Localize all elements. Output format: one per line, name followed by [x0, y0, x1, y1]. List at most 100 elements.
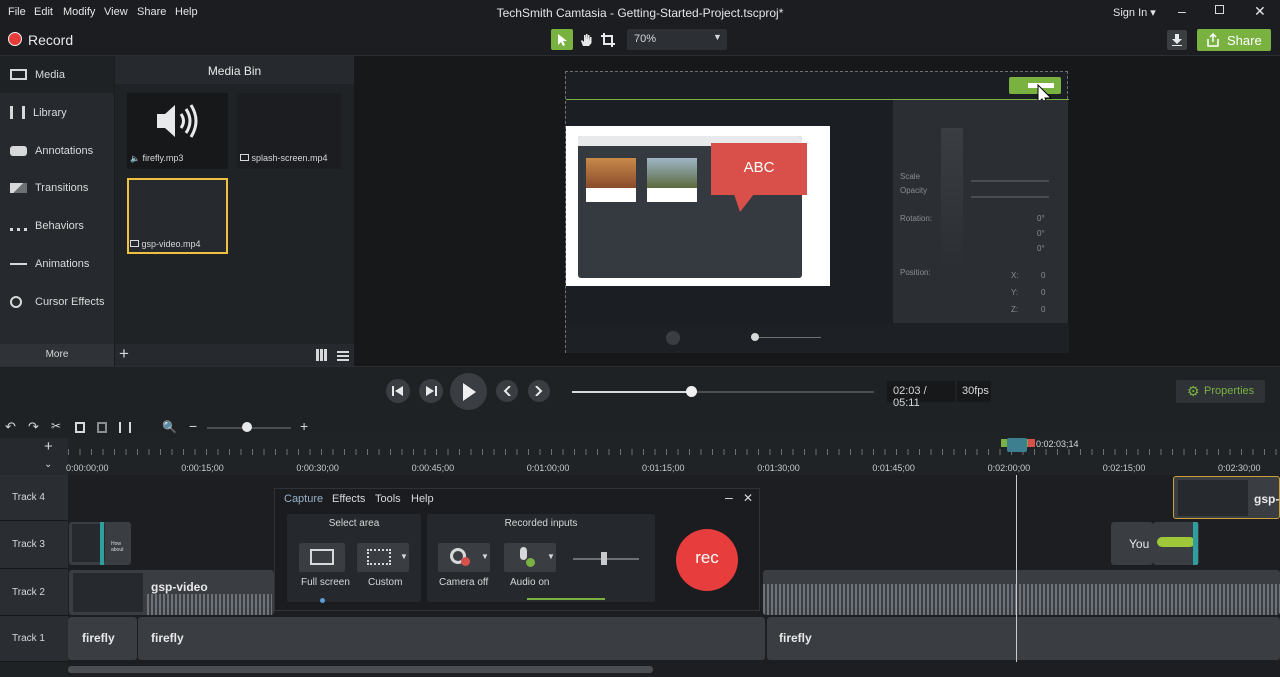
scrubber-handle[interactable]	[686, 386, 697, 397]
sidebar-item-behaviors[interactable]: Behaviors	[0, 207, 114, 244]
pan-tool-icon[interactable]	[576, 29, 596, 50]
previous-icon[interactable]	[496, 380, 518, 402]
next-icon[interactable]	[528, 380, 550, 402]
custom-label: Custom	[368, 577, 403, 588]
sign-in-link[interactable]: Sign In ▾	[1113, 6, 1156, 19]
paste-icon[interactable]	[97, 422, 107, 433]
add-icon[interactable]: +	[119, 344, 129, 364]
redo-icon[interactable]: ↷	[28, 419, 39, 435]
clip-gsp-video-track2[interactable]: gsp-video	[69, 570, 274, 615]
preview-rotation-y: 0°	[1037, 229, 1045, 238]
tab-effects[interactable]: Effects	[332, 493, 365, 505]
media-item-firefly[interactable]: 🔈 firefly.mp3	[127, 93, 228, 169]
clip-firefly-1[interactable]: firefly	[68, 617, 137, 660]
select-area-group: Select area ▼ Full screen Custom	[287, 514, 421, 603]
sidebar-item-cursor-effects[interactable]: Cursor Effects	[0, 283, 114, 320]
media-bin: Media Bin 🔈 firefly.mp3 splash-screen.mp…	[115, 56, 354, 366]
tab-tools[interactable]: Tools	[375, 493, 401, 505]
share-icon	[1207, 33, 1219, 47]
tab-help[interactable]: Help	[411, 493, 434, 505]
scrollbar-thumb[interactable]	[68, 666, 653, 673]
crop-tool-icon[interactable]	[598, 29, 618, 50]
ruler-tick-label: 0:02:30;00	[1218, 463, 1261, 473]
media-item-gsp-video[interactable]: gsp-video.mp4	[127, 178, 228, 254]
more-button[interactable]: More	[0, 344, 114, 366]
clip-gsp-video-track4[interactable]: gsp-	[1173, 476, 1280, 519]
sidebar: Media Library Annotations Transitions Be…	[0, 56, 115, 366]
sidebar-item-media[interactable]: Media	[0, 56, 114, 93]
list-view-icon[interactable]	[337, 349, 349, 361]
magnifier-icon: 🔍	[162, 420, 177, 434]
properties-button[interactable]: ⚙ Properties	[1176, 380, 1265, 403]
playhead-handle[interactable]	[1007, 438, 1027, 452]
record-button[interactable]: Record	[28, 32, 73, 48]
preview-y-value: 0	[1041, 288, 1046, 297]
media-item-splash-screen[interactable]: splash-screen.mp4	[237, 93, 341, 169]
preview-rotation-label: Rotation:	[900, 214, 933, 223]
camera-label: Camera off	[439, 577, 489, 588]
clip-label: firefly	[151, 631, 184, 645]
step-forward-icon[interactable]	[419, 379, 443, 403]
clip-firefly-3[interactable]: firefly	[767, 617, 1280, 660]
timeline-scrollbar[interactable]	[68, 662, 1280, 677]
preview-position-label: Position:	[900, 268, 931, 277]
preview-controls	[566, 323, 1069, 353]
collapse-icon[interactable]: ⌄	[44, 459, 52, 470]
preview-share-button	[1009, 77, 1061, 94]
timeline-ruler[interactable]: + ⌄ 0:00:00;00 0:00:15;00 0:00:30;00 0:00:4…	[0, 438, 1280, 475]
track-3-header[interactable]: Track 3	[0, 521, 68, 569]
sidebar-item-animations[interactable]: Animations	[0, 245, 114, 282]
track-1-header[interactable]: Track 1	[0, 616, 68, 662]
clip-you-track3[interactable]: You	[1111, 522, 1153, 565]
split-icon[interactable]	[119, 422, 131, 433]
close-icon[interactable]: ✕	[1254, 3, 1266, 20]
preview-scale-label: Scale	[900, 172, 921, 181]
zoom-slider-handle[interactable]	[242, 422, 252, 432]
clip-animation-track3[interactable]	[1153, 522, 1199, 565]
download-icon[interactable]	[1167, 30, 1187, 50]
zoom-in-icon[interactable]: +	[300, 418, 308, 434]
scrubber-progress	[572, 391, 691, 393]
media-bin-footer: +	[115, 344, 354, 366]
copy-icon[interactable]	[75, 422, 85, 433]
close-icon[interactable]: ✕	[743, 491, 753, 505]
track-4-header[interactable]: Track 4	[0, 475, 68, 521]
minimize-icon[interactable]: –	[725, 489, 733, 505]
step-back-icon[interactable]	[386, 379, 410, 403]
select-area-label: Select area	[328, 518, 380, 529]
maximize-icon[interactable]	[1215, 5, 1224, 17]
camera-toggle[interactable]: ▼	[438, 543, 490, 572]
minimize-icon[interactable]: –	[1178, 3, 1186, 19]
menu-bar: File Edit Modify View Share Help TechSmi…	[0, 0, 1280, 24]
clip-firefly-2[interactable]: firefly	[138, 617, 765, 660]
playhead-time: 0:02:03;14	[1036, 439, 1079, 449]
share-button[interactable]: Share	[1197, 29, 1271, 51]
zoom-out-icon[interactable]: −	[189, 418, 197, 434]
rec-button[interactable]: rec	[676, 529, 738, 591]
canvas-selection[interactable]: ABC Scale Opacity Rotation: Position: 0°…	[565, 71, 1069, 353]
undo-icon[interactable]: ↶	[5, 419, 16, 435]
full-screen-button[interactable]	[299, 543, 345, 572]
select-tool-icon[interactable]	[551, 29, 573, 50]
play-icon[interactable]	[450, 373, 487, 410]
main-toolbar: Record 70% ▼ Share	[0, 24, 1280, 56]
add-track-icon[interactable]: +	[44, 438, 53, 455]
sidebar-item-annotations[interactable]: Annotations	[0, 132, 114, 169]
full-screen-label: Full screen	[301, 577, 350, 588]
audio-level-handle[interactable]	[601, 552, 607, 565]
clip-gsp-video-track2-tail[interactable]	[763, 570, 1280, 615]
zoom-select[interactable]: 70% ▼	[627, 29, 727, 50]
sidebar-item-transitions[interactable]: Transitions	[0, 169, 114, 206]
audio-toggle[interactable]: ▼	[504, 543, 556, 572]
custom-area-button[interactable]: ▼	[357, 543, 409, 572]
track-2-header[interactable]: Track 2	[0, 569, 68, 616]
clip-callout-track3[interactable]: How about	[69, 522, 131, 565]
cut-icon[interactable]: ✂	[51, 419, 61, 433]
preview-icon-strip	[941, 128, 963, 268]
clip-label: firefly	[82, 631, 115, 645]
grid-view-icon[interactable]	[316, 349, 328, 361]
sidebar-item-library[interactable]: Library	[0, 94, 114, 131]
gear-icon: ⚙	[1187, 383, 1200, 399]
ruler-tick-label: 0:00:30;00	[296, 463, 339, 473]
tab-capture[interactable]: Capture	[284, 493, 323, 505]
